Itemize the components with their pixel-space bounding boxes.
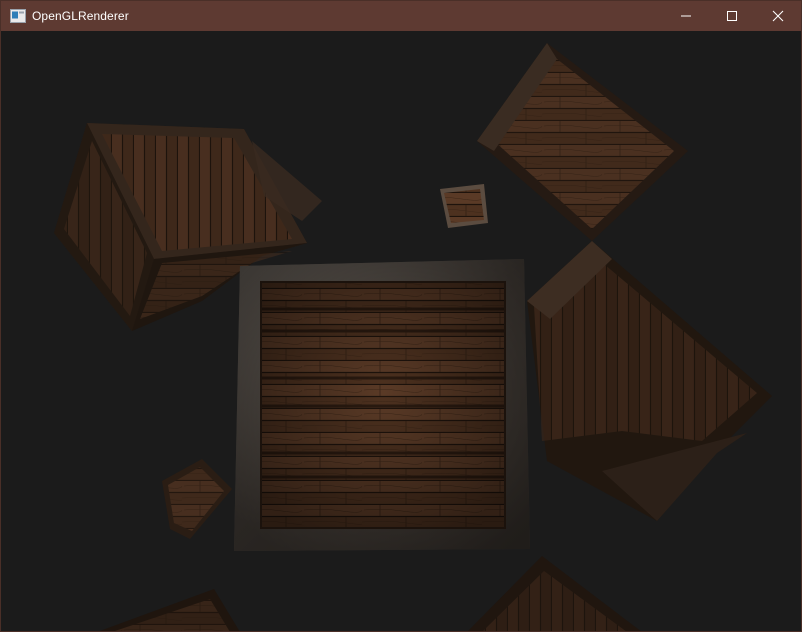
maximize-button[interactable] bbox=[709, 1, 755, 31]
close-button[interactable] bbox=[755, 1, 801, 31]
scene-canvas bbox=[54, 43, 772, 631]
crate-right bbox=[527, 241, 772, 521]
crate-bottom-left-edge bbox=[99, 589, 240, 631]
maximize-icon bbox=[727, 11, 737, 21]
app-icon bbox=[10, 8, 26, 24]
window-controls bbox=[663, 1, 801, 31]
minimize-icon bbox=[681, 15, 691, 17]
crate-top-right bbox=[477, 43, 688, 241]
crate-bottom-center bbox=[467, 556, 641, 631]
crate-small-center bbox=[440, 184, 488, 228]
window-title: OpenGLRenderer bbox=[32, 9, 129, 23]
render-viewport[interactable] bbox=[2, 31, 801, 631]
title-bar[interactable]: OpenGLRenderer bbox=[1, 1, 801, 31]
crate-center bbox=[234, 259, 530, 551]
minimize-button[interactable] bbox=[663, 1, 709, 31]
crate-bottom-left bbox=[162, 459, 232, 539]
app-window: OpenGLRenderer bbox=[0, 0, 802, 632]
close-icon bbox=[772, 10, 784, 22]
